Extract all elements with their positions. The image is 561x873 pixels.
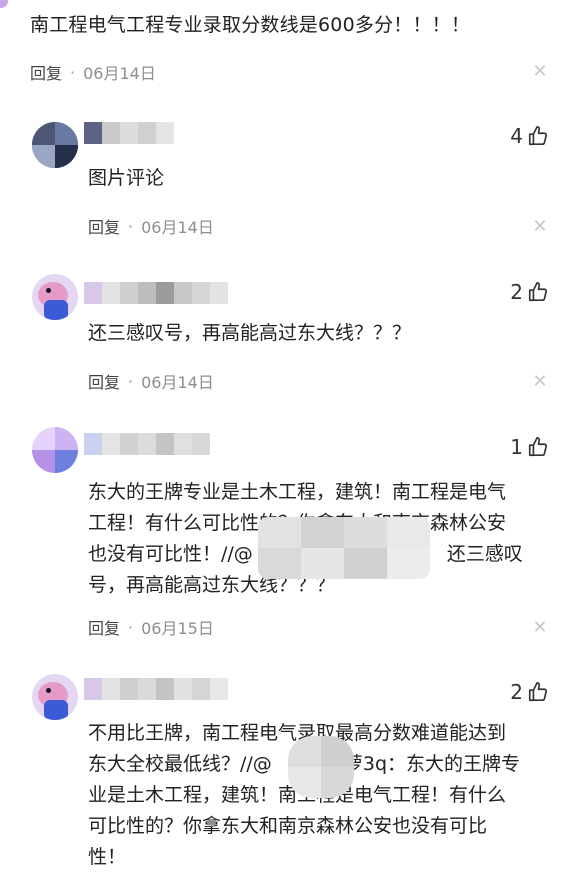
thumbs-up-icon: [528, 126, 548, 146]
comment-fragment: 东大全校最低线？//@: [88, 753, 272, 775]
like-button[interactable]: 2: [510, 280, 549, 304]
like-button[interactable]: 2: [510, 680, 549, 704]
comment-date: 06月14日: [141, 373, 214, 392]
close-icon[interactable]: ✕: [531, 373, 549, 391]
reply-button[interactable]: 回复: [30, 60, 62, 84]
comment-line: 可比性的？你拿东大和南京森林公安也没有可比: [88, 815, 488, 837]
comment-line: 东大的王牌专业是土木工程，建筑！南工程是电气: [88, 481, 507, 503]
comment-meta: 回复 · 06月14日: [88, 214, 214, 238]
corner-decoration: [0, 0, 8, 8]
close-icon[interactable]: ✕: [531, 218, 549, 236]
comment-text: 图片评论: [88, 167, 165, 189]
comment-date: 06月14日: [141, 218, 214, 237]
like-count: 2: [510, 280, 523, 304]
username-redacted: [84, 678, 228, 700]
comment-text: 南工程电气工程专业录取分数线是600多分！！！！: [30, 14, 471, 36]
like-button[interactable]: 1: [510, 435, 549, 459]
avatar[interactable]: [32, 122, 78, 168]
comment-fragment: 萝3q：东大的王牌专: [343, 753, 521, 775]
comment-meta: 回复 · 06月15日: [88, 615, 214, 639]
close-icon[interactable]: ✕: [531, 63, 549, 81]
meta-separator: ·: [128, 216, 134, 236]
comment-fragment: 也没有可比性！//@: [88, 543, 253, 565]
mention-blur-overlay: [258, 517, 430, 579]
username-redacted: [84, 433, 210, 455]
reply-button[interactable]: 回复: [88, 615, 120, 639]
avatar[interactable]: [32, 674, 78, 720]
comment-line: 性！: [88, 846, 127, 868]
avatar[interactable]: [32, 274, 78, 320]
comment-meta: 回复 · 06月14日: [30, 60, 156, 84]
comment-date: 06月15日: [141, 619, 214, 638]
comment-date: 06月14日: [83, 64, 156, 83]
meta-separator: ·: [70, 62, 76, 82]
reply-button[interactable]: 回复: [88, 214, 120, 238]
username-redacted: [84, 282, 228, 304]
meta-separator: ·: [128, 617, 134, 637]
mention-blur-overlay: [288, 736, 354, 798]
comment-meta: 回复 · 06月14日: [88, 369, 214, 393]
avatar[interactable]: [32, 427, 78, 473]
like-count: 2: [510, 680, 523, 704]
comment-text: 还三感叹号，再高能高过东大线？？？: [88, 322, 412, 344]
username-redacted: [84, 122, 174, 144]
like-button[interactable]: 4: [510, 124, 549, 148]
reply-button[interactable]: 回复: [88, 369, 120, 393]
like-count: 1: [510, 435, 523, 459]
thumbs-up-icon: [528, 437, 548, 457]
comment-fragment: 还三感叹: [446, 543, 523, 565]
thumbs-up-icon: [528, 682, 548, 702]
close-icon[interactable]: ✕: [531, 619, 549, 637]
like-count: 4: [510, 124, 523, 148]
thumbs-up-icon: [528, 282, 548, 302]
meta-separator: ·: [128, 371, 134, 391]
